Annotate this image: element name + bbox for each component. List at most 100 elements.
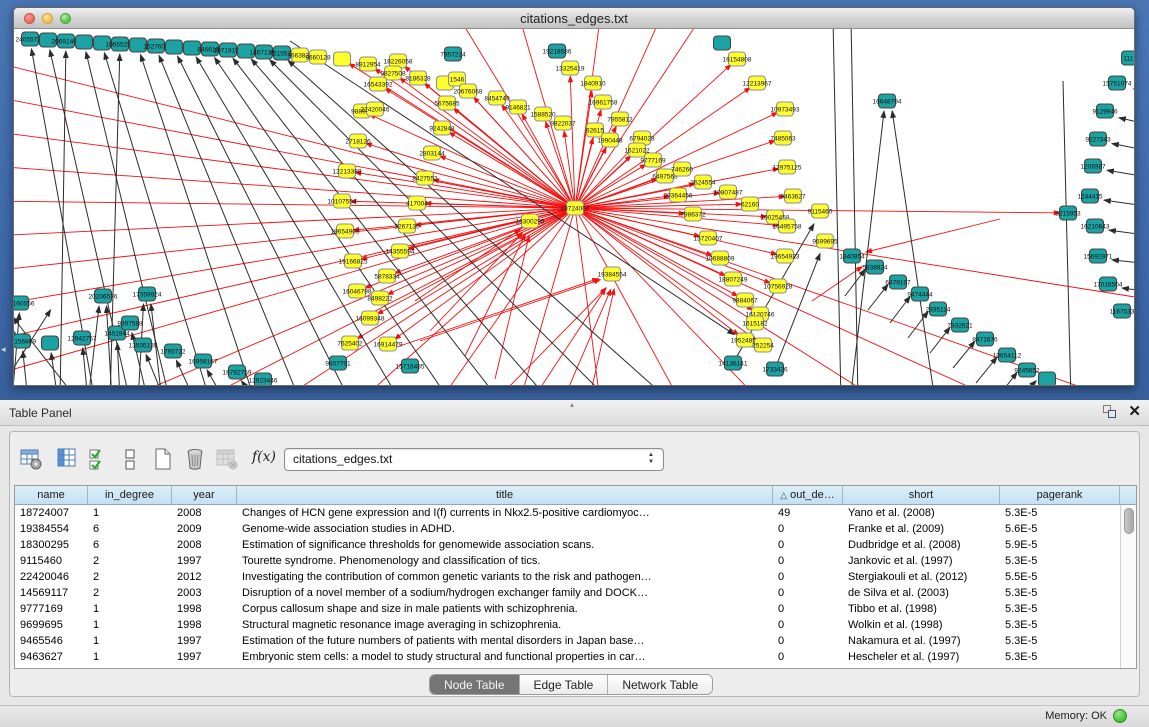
- graph-node-teal[interactable]: [42, 336, 59, 350]
- table-cell[interactable]: Structural magnetic resonance image aver…: [237, 617, 773, 633]
- citation-edge-black[interactable]: [833, 29, 841, 385]
- table-cell[interactable]: 22420046: [15, 569, 88, 585]
- table-cell[interactable]: 5.3E-5: [1000, 633, 1120, 649]
- citation-edge-black[interactable]: [1104, 200, 1134, 208]
- citation-edge-red[interactable]: [590, 289, 614, 385]
- table-row[interactable]: 1456911722003Disruption of a novel membe…: [15, 585, 1136, 601]
- table-cell[interactable]: 1998: [172, 601, 237, 617]
- table-cell[interactable]: 5.3E-5: [1000, 553, 1120, 569]
- table-cell[interactable]: 0: [773, 537, 843, 553]
- table-cell[interactable]: Investigating the contribution of common…: [237, 569, 773, 585]
- column-header-short[interactable]: short: [843, 486, 1000, 504]
- new-table-button[interactable]: [150, 446, 176, 472]
- table-cell[interactable]: 9777169: [15, 601, 88, 617]
- citation-edge-black[interactable]: [1122, 288, 1134, 293]
- table-cell[interactable]: 19384554: [15, 521, 88, 537]
- citation-edge-black[interactable]: [83, 348, 88, 385]
- table-cell[interactable]: Corpus callosum shape and size in male p…: [237, 601, 773, 617]
- table-cell[interactable]: 5.3E-5: [1000, 617, 1120, 633]
- table-cell[interactable]: Hescheler et al. (1997): [843, 649, 1000, 665]
- citation-edge-red[interactable]: [575, 155, 631, 208]
- table-cell[interactable]: 1997: [172, 649, 237, 665]
- table-cell[interactable]: 18300295: [15, 537, 88, 553]
- table-cell[interactable]: Estimation of significance thresholds fo…: [237, 537, 773, 553]
- table-cell[interactable]: Yano et al. (2008): [843, 505, 1000, 521]
- window-titlebar[interactable]: citations_edges.txt: [14, 8, 1134, 29]
- panel-collapse-arrow[interactable]: ◂: [1, 344, 6, 355]
- column-header-pagerank[interactable]: pagerank: [1000, 486, 1120, 504]
- table-cell[interactable]: Stergiakouli et al. (2012): [843, 569, 1000, 585]
- table-cell[interactable]: Franke et al. (2009): [843, 521, 1000, 537]
- table-cell[interactable]: 2: [88, 553, 172, 569]
- table-cell[interactable]: 5.9E-5: [1000, 537, 1120, 553]
- table-cell[interactable]: Wolkin et al. (1998): [843, 617, 1000, 633]
- table-cell[interactable]: 1: [88, 649, 172, 665]
- table-cell[interactable]: Changes of HCN gene expression and I(f) …: [237, 505, 773, 521]
- table-cell[interactable]: 2008: [172, 537, 237, 553]
- table-cell[interactable]: 49: [773, 505, 843, 521]
- table-cell[interactable]: Estimation of the future numbers of pati…: [237, 633, 773, 649]
- citation-edge-red[interactable]: [14, 61, 575, 208]
- clear-selection-button[interactable]: [118, 446, 144, 472]
- float-panel-icon[interactable]: [1102, 404, 1118, 420]
- column-header-year[interactable]: year: [172, 486, 237, 504]
- table-cell[interactable]: 6: [88, 537, 172, 553]
- table-cell[interactable]: 0: [773, 601, 843, 617]
- citation-edge-red[interactable]: [440, 208, 575, 385]
- citation-edge-red[interactable]: [546, 122, 575, 208]
- table-row[interactable]: 1830029562008Estimation of significance …: [15, 537, 1136, 553]
- table-cell[interactable]: Tourette syndrome. Phenomenology and cla…: [237, 553, 773, 569]
- column-visibility-button[interactable]: [54, 446, 80, 472]
- table-cell[interactable]: 9699695: [15, 617, 88, 633]
- table-cell[interactable]: 0: [773, 649, 843, 665]
- table-cell[interactable]: 5.5E-5: [1000, 569, 1120, 585]
- table-cell[interactable]: 2: [88, 585, 172, 601]
- table-row[interactable]: 1872400712008Changes of HCN gene express…: [15, 505, 1136, 521]
- citation-edge-black[interactable]: [953, 341, 975, 368]
- citation-edge-red[interactable]: [439, 156, 575, 208]
- table-cell[interactable]: 1: [88, 601, 172, 617]
- citation-edge-black[interactable]: [141, 55, 255, 385]
- citation-edge-black[interactable]: [23, 351, 28, 385]
- citation-edge-black[interactable]: [1107, 170, 1134, 179]
- table-cell[interactable]: 6: [88, 521, 172, 537]
- table-cell[interactable]: 5.3E-5: [1000, 601, 1120, 617]
- tab-network-table[interactable]: Network Table: [608, 675, 712, 694]
- table-cell[interactable]: 1997: [172, 553, 237, 569]
- tab-node-table[interactable]: Node Table: [430, 675, 520, 694]
- table-cell[interactable]: de Silva et al. (2003): [843, 585, 1000, 601]
- citation-edge-red[interactable]: [565, 289, 611, 385]
- citation-edge-black[interactable]: [1112, 260, 1134, 265]
- select-all-rows-button[interactable]: [86, 446, 112, 472]
- table-cell[interactable]: 2012: [172, 569, 237, 585]
- citation-edge-red[interactable]: [394, 208, 575, 339]
- citation-edge-black[interactable]: [775, 253, 820, 369]
- citation-edge-black[interactable]: [1133, 89, 1134, 99]
- citation-edge-red[interactable]: [575, 29, 700, 208]
- citation-edge-black[interactable]: [1112, 144, 1134, 153]
- table-cell[interactable]: 18724007: [15, 505, 88, 521]
- table-cell[interactable]: 2009: [172, 521, 237, 537]
- table-cell[interactable]: 9115460: [15, 553, 88, 569]
- table-cell[interactable]: 0: [773, 553, 843, 569]
- table-cell[interactable]: 14569117: [15, 585, 88, 601]
- network-canvas[interactable]: 2405572420691406106552571527602846616010…: [14, 29, 1134, 385]
- table-row[interactable]: 946554611997Estimation of the future num…: [15, 633, 1136, 649]
- table-cell[interactable]: 5.3E-5: [1000, 649, 1120, 665]
- divider-grip-icon[interactable]: ▴: [570, 400, 574, 409]
- table-cell[interactable]: Tibbo et al. (1998): [843, 601, 1000, 617]
- table-cell[interactable]: 1997: [172, 633, 237, 649]
- citation-edge-red[interactable]: [575, 208, 600, 385]
- table-cell[interactable]: 5.6E-5: [1000, 521, 1120, 537]
- table-cell[interactable]: Genome-wide association studies in ADHD.: [237, 521, 773, 537]
- table-row[interactable]: 911546021997Tourette syndrome. Phenomeno…: [15, 553, 1136, 569]
- table-cell[interactable]: Nakamura et al. (1997): [843, 633, 1000, 649]
- citation-edge-black[interactable]: [1063, 81, 1071, 385]
- table-row[interactable]: 946362711997Embryonic stem cells: a mode…: [15, 649, 1136, 665]
- citation-edge-black[interactable]: [892, 111, 935, 385]
- table-cell[interactable]: Dudbridge et al. (2008): [843, 537, 1000, 553]
- table-cell[interactable]: 0: [773, 633, 843, 649]
- column-header-name[interactable]: name: [15, 486, 88, 504]
- network-view-window[interactable]: citations_edges.txt 24055724206914061065…: [13, 7, 1135, 386]
- graph-node-teal[interactable]: [714, 36, 731, 50]
